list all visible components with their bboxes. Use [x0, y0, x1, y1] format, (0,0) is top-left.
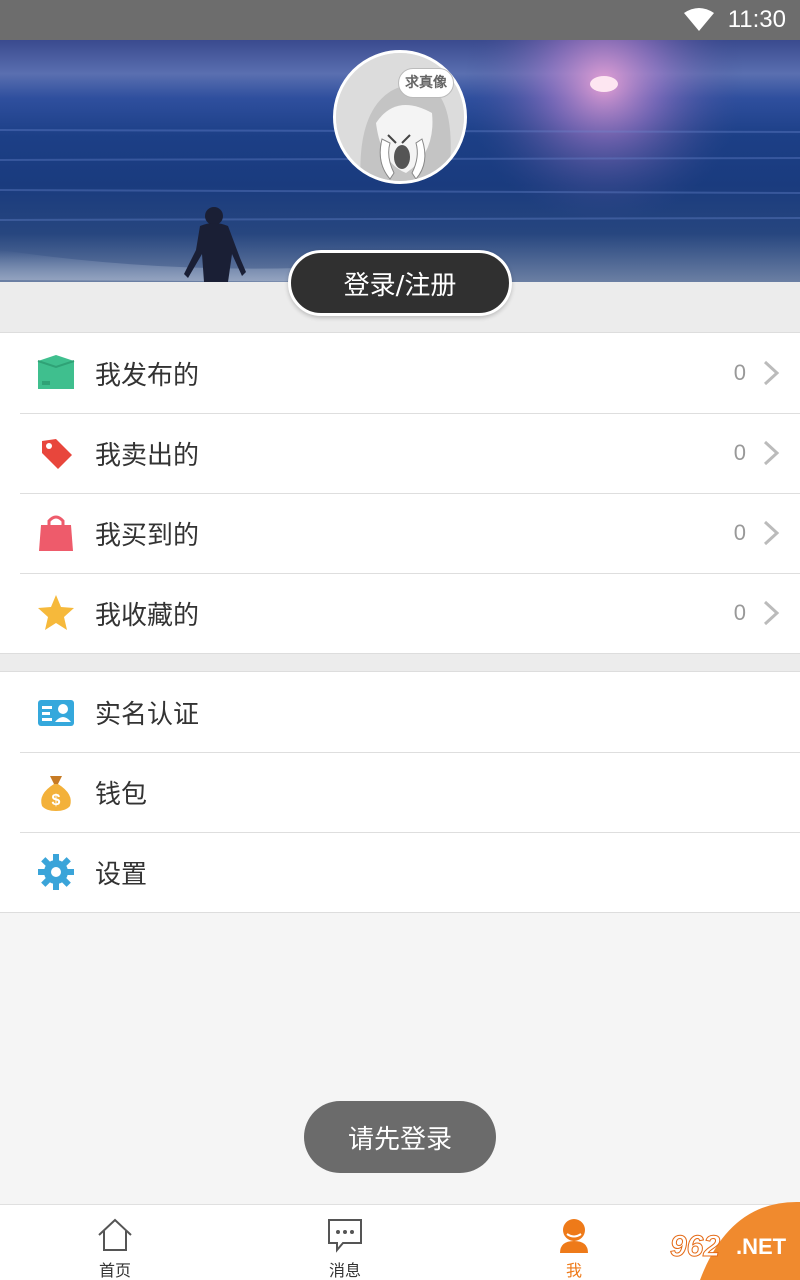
list-item-label: 钱包	[95, 779, 148, 810]
status-time: 11:30	[727, 6, 786, 33]
home-icon	[98, 1218, 132, 1251]
section-divider	[0, 654, 800, 671]
list-item-label: 设置	[95, 859, 148, 890]
list-item-count: 0	[733, 520, 746, 545]
list-item-count: 0	[733, 440, 746, 465]
list-item-favorites[interactable]: 我收藏的 0	[0, 573, 800, 653]
login-register-button[interactable]: 登录/注册	[288, 250, 512, 316]
message-icon	[328, 1219, 362, 1253]
svg-text:.NET: .NET	[736, 1234, 787, 1259]
status-bar: 11:30	[0, 0, 800, 40]
login-toast: 请先登录	[304, 1101, 496, 1173]
chevron-right-icon	[763, 520, 780, 546]
box-icon	[37, 355, 75, 389]
list-item-count: 0	[733, 360, 746, 385]
user-icon	[560, 1219, 588, 1253]
list-item-label: 我买到的	[95, 520, 200, 551]
tab-label: 消息	[328, 1261, 361, 1280]
list-item-published[interactable]: 我发布的 0	[0, 333, 800, 413]
gear-icon	[38, 854, 74, 890]
wifi-icon	[683, 8, 714, 31]
money-bag-icon: $	[41, 776, 71, 811]
list-item-label: 我发布的	[95, 360, 200, 391]
list-item-settings[interactable]: 设置	[0, 832, 800, 912]
chevron-right-icon	[763, 440, 780, 466]
tab-messages[interactable]: 消息	[285, 1205, 405, 1280]
tab-label: 首页	[98, 1261, 131, 1280]
tag-icon	[42, 439, 72, 469]
tab-label: 我	[565, 1261, 582, 1280]
svg-text:962: 962	[670, 1230, 720, 1263]
svg-text:$: $	[52, 792, 61, 809]
list-item-label: 我收藏的	[95, 600, 200, 631]
tab-me[interactable]: 我	[514, 1205, 634, 1280]
id-card-icon	[38, 700, 74, 726]
list-item-count: 0	[733, 600, 746, 625]
avatar-bubble-text: 求真像	[398, 68, 454, 98]
chevron-right-icon	[763, 600, 780, 626]
list-item-sold[interactable]: 我卖出的 0	[0, 413, 800, 493]
star-icon	[38, 595, 74, 630]
list-item-bought[interactable]: 我买到的 0	[0, 493, 800, 573]
watermark-logo: 962 .NET	[660, 1200, 800, 1280]
list-item-wallet[interactable]: $ 钱包	[0, 752, 800, 832]
account-list: 实名认证 $ 钱包 设置	[0, 671, 800, 913]
list-item-verification[interactable]: 实名认证	[0, 672, 800, 752]
list-item-label: 实名认证	[95, 699, 200, 730]
chevron-right-icon	[763, 360, 780, 386]
tab-home[interactable]: 首页	[55, 1205, 175, 1280]
list-item-label: 我卖出的	[95, 440, 200, 471]
shopping-bag-icon	[39, 515, 73, 551]
activity-list: 我发布的 0 我卖出的 0 我买到的 0 我收藏的 0	[0, 332, 800, 654]
